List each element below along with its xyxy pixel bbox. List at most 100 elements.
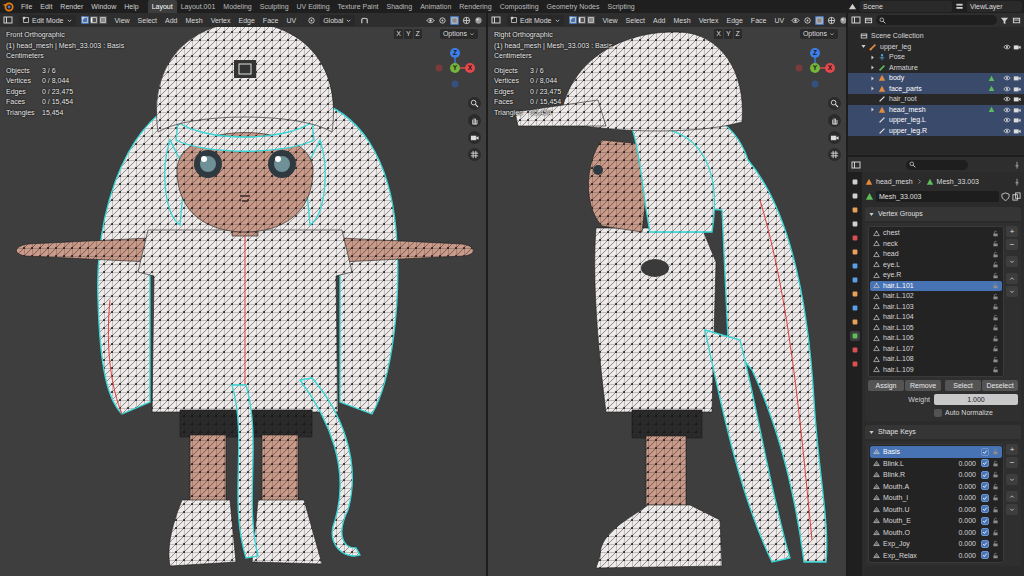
shape-key-value[interactable]: 0.000 bbox=[952, 527, 976, 539]
vertex-group-row[interactable]: head bbox=[870, 249, 1002, 260]
vertex-group-row[interactable]: hair.L.107 bbox=[870, 344, 1002, 355]
viewport-menu[interactable]: Vertex bbox=[208, 15, 234, 26]
move-up-icon[interactable] bbox=[1006, 491, 1018, 502]
viewport-menu[interactable]: Vertex bbox=[696, 15, 722, 26]
shape-key-value[interactable]: 0.000 bbox=[952, 515, 976, 527]
list-side-button[interactable]: + bbox=[1006, 226, 1018, 237]
collapsed-arrow-icon[interactable] bbox=[869, 64, 876, 71]
lock-icon[interactable] bbox=[992, 335, 999, 342]
visibility-icon[interactable] bbox=[426, 16, 435, 25]
action-button[interactable]: Select bbox=[945, 380, 981, 391]
outliner-row[interactable]: upper_leg bbox=[848, 42, 1024, 53]
outliner-label[interactable]: Armature bbox=[889, 63, 918, 74]
shape-key-value[interactable]: 0.000 bbox=[952, 469, 976, 481]
menu-item[interactable]: Edit bbox=[36, 0, 56, 13]
lock-icon[interactable] bbox=[992, 251, 999, 258]
camera-view-icon[interactable] bbox=[468, 131, 481, 144]
gizmo-axis[interactable]: Y bbox=[450, 63, 460, 73]
viewport-menu[interactable]: View bbox=[600, 15, 621, 26]
shape-key-checkbox[interactable] bbox=[981, 551, 989, 559]
lock-icon[interactable] bbox=[992, 303, 999, 310]
lock-icon[interactable] bbox=[992, 529, 999, 536]
shape-key-checkbox[interactable] bbox=[981, 540, 989, 548]
collapsed-arrow-icon[interactable] bbox=[869, 106, 876, 113]
outliner-label[interactable]: face_parts bbox=[889, 84, 922, 95]
lock-icon[interactable] bbox=[992, 471, 999, 478]
shape-key-row[interactable]: Basis bbox=[870, 446, 1002, 458]
outliner-row[interactable]: Pose bbox=[848, 52, 1024, 63]
list-side-button[interactable]: − bbox=[1006, 457, 1018, 468]
fake-user-icon[interactable] bbox=[1001, 192, 1010, 201]
lock-icon[interactable] bbox=[992, 314, 999, 321]
orientation-dropdown[interactable]: Global bbox=[320, 15, 355, 26]
shape-key-row[interactable]: Mouth_I0.000 bbox=[870, 492, 1002, 504]
shape-key-row[interactable]: Mouth_E0.000 bbox=[870, 515, 1002, 527]
properties-tab-icon[interactable] bbox=[850, 191, 860, 201]
workspace-tab[interactable]: Modeling bbox=[219, 0, 255, 13]
navigation-gizmo[interactable]: ZYX bbox=[794, 47, 836, 89]
action-button[interactable]: Assign bbox=[868, 380, 904, 391]
lock-icon[interactable] bbox=[992, 517, 999, 524]
vertex-group-row[interactable]: hair.L.108 bbox=[870, 354, 1002, 365]
outliner-row[interactable]: upper_leg.R bbox=[848, 126, 1024, 137]
lock-icon[interactable] bbox=[992, 272, 999, 279]
viewport-3d[interactable]: Edit ModeViewSelectAddMeshVertexEdgeFace… bbox=[488, 13, 846, 576]
xray-icon[interactable] bbox=[815, 16, 824, 25]
visibility-icon[interactable] bbox=[791, 16, 800, 25]
mesh-data-icon[interactable] bbox=[865, 192, 874, 201]
shape-key-value[interactable]: 0.000 bbox=[952, 504, 976, 516]
menu-item[interactable]: File bbox=[17, 0, 36, 13]
lock-icon[interactable] bbox=[992, 293, 999, 300]
visibility-eye-icon[interactable] bbox=[1003, 85, 1011, 93]
shape-key-row[interactable]: Exp_Joy0.000 bbox=[870, 538, 1002, 550]
shape-key-checkbox[interactable] bbox=[981, 459, 989, 467]
lock-icon[interactable] bbox=[992, 240, 999, 247]
options-dropdown[interactable]: Options bbox=[440, 29, 478, 39]
gizmo-axis[interactable]: Y bbox=[810, 63, 820, 73]
shape-key-checkbox[interactable] bbox=[981, 471, 989, 479]
vertex-group-row[interactable]: eye.L bbox=[870, 260, 1002, 271]
properties-search[interactable] bbox=[906, 160, 968, 170]
outliner-row[interactable]: Armature bbox=[848, 63, 1024, 74]
navigation-gizmo[interactable]: ZYX bbox=[434, 47, 476, 89]
lock-icon[interactable] bbox=[992, 540, 999, 547]
snap-icon[interactable] bbox=[360, 16, 369, 25]
display-mode-icon[interactable] bbox=[864, 16, 873, 25]
camera-view-icon[interactable] bbox=[828, 131, 841, 144]
filter-icon[interactable] bbox=[1000, 16, 1009, 25]
specials-menu-icon[interactable] bbox=[1006, 474, 1018, 485]
outliner-row[interactable]: face_parts bbox=[848, 84, 1024, 95]
menu-item[interactable]: Render bbox=[56, 0, 87, 13]
menu-item[interactable]: Help bbox=[120, 0, 142, 13]
shape-key-checkbox[interactable] bbox=[981, 528, 989, 536]
action-button[interactable]: Remove bbox=[905, 380, 941, 391]
axis-toggle[interactable]: X bbox=[714, 29, 723, 39]
viewport-menu[interactable]: Add bbox=[650, 15, 668, 26]
viewport-menu[interactable]: Mesh bbox=[183, 15, 206, 26]
gizmo-axis[interactable]: Z bbox=[810, 48, 820, 58]
viewport-menu[interactable]: Mesh bbox=[671, 15, 694, 26]
shape-key-value[interactable]: 0.000 bbox=[952, 550, 976, 562]
expanded-arrow-icon[interactable] bbox=[868, 211, 875, 218]
lock-icon[interactable] bbox=[992, 324, 999, 331]
vertex-group-row[interactable]: neck bbox=[870, 239, 1002, 250]
axis-toggle[interactable]: Y bbox=[404, 29, 413, 39]
xray-icon[interactable] bbox=[450, 16, 459, 25]
lock-icon[interactable] bbox=[992, 366, 999, 373]
specials-menu-icon[interactable] bbox=[1006, 256, 1018, 267]
panel-header[interactable]: Shape Keys bbox=[865, 425, 1021, 439]
viewport-menu[interactable]: UV bbox=[283, 15, 299, 26]
move-up-icon[interactable] bbox=[1006, 273, 1018, 284]
breadcrumb-data[interactable]: Mesh_33.003 bbox=[937, 177, 979, 187]
shape-key-value[interactable]: 0.000 bbox=[952, 481, 976, 493]
workspace-tab[interactable]: Scripting bbox=[603, 0, 638, 13]
editor-type-icon[interactable] bbox=[3, 15, 13, 25]
auto-normalize-checkbox[interactable] bbox=[934, 409, 942, 417]
collapsed-arrow-icon[interactable] bbox=[869, 54, 876, 61]
viewport-menu[interactable]: View bbox=[112, 15, 133, 26]
outliner-label[interactable]: upper_leg.R bbox=[889, 126, 927, 137]
visibility-eye-icon[interactable] bbox=[1003, 106, 1011, 114]
move-down-icon[interactable] bbox=[1006, 286, 1018, 297]
render-camera-icon[interactable] bbox=[1013, 95, 1021, 103]
properties-tab-icon[interactable] bbox=[850, 233, 860, 243]
